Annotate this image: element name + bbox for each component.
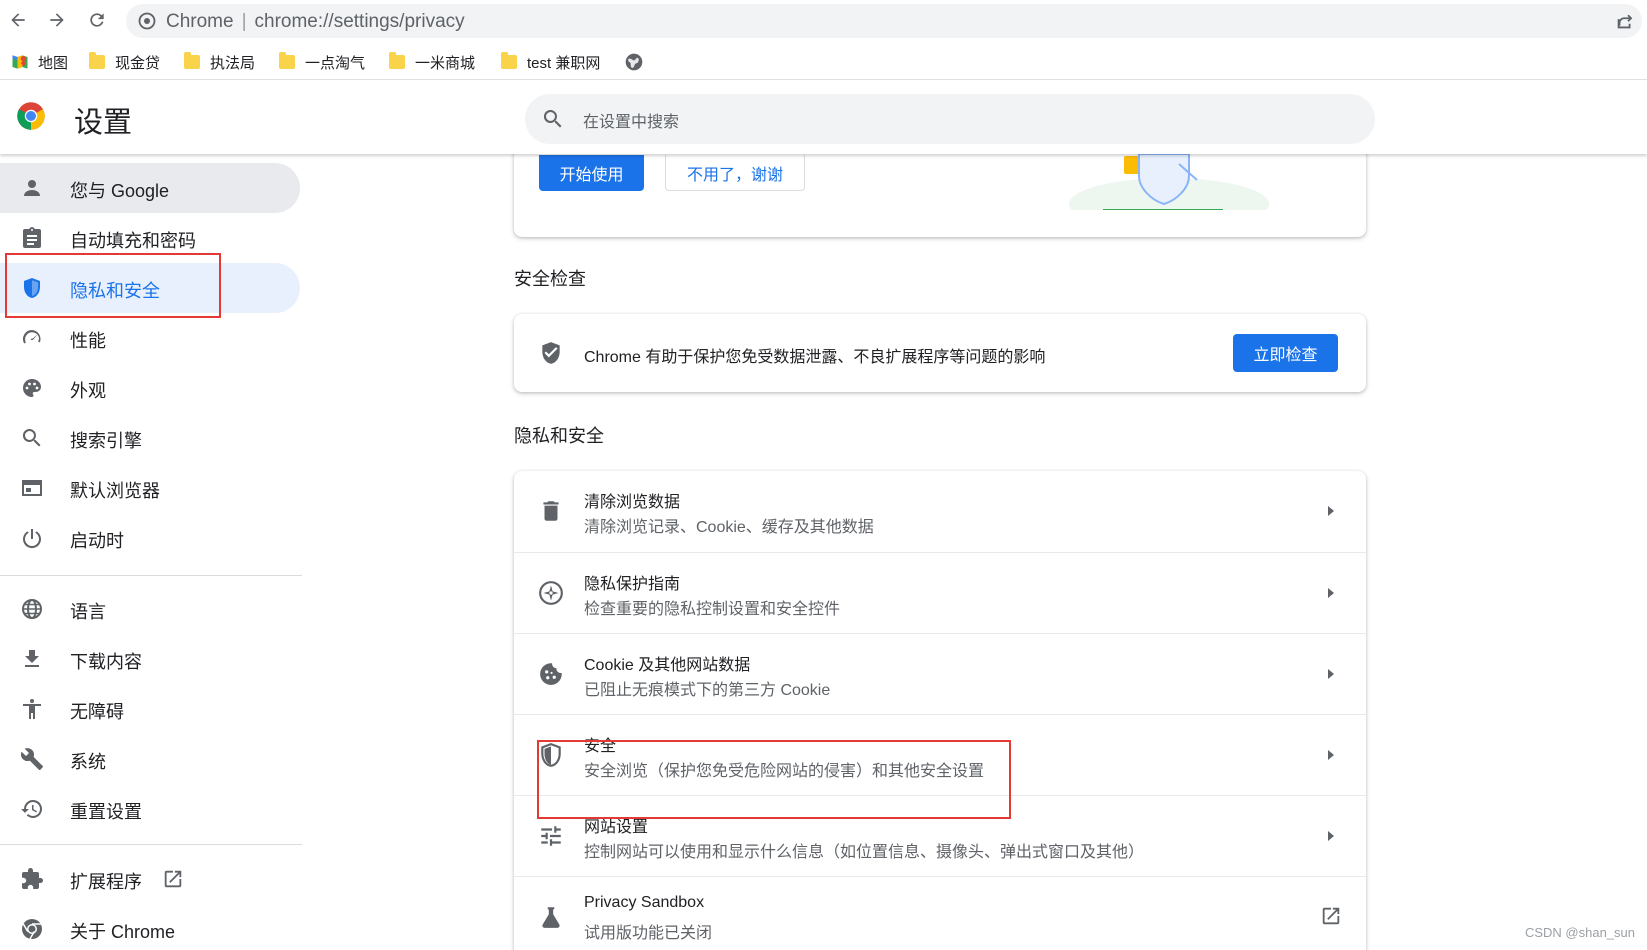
no-thanks-button[interactable]: 不用了，谢谢 [665, 155, 805, 191]
flask-icon [542, 907, 560, 928]
maps-icon [12, 55, 28, 69]
security-shield-icon [541, 743, 561, 767]
privacy-section-title: 隐私和安全 [514, 426, 604, 446]
row-subtitle: 已阻止无痕模式下的第三方 Cookie [584, 682, 831, 699]
share-icon[interactable] [1614, 10, 1636, 32]
check-now-button[interactable]: 立即检查 [1233, 334, 1338, 372]
row-subtitle: 清除浏览记录、Cookie、缓存及其他数据 [584, 519, 874, 536]
bookmark-folder[interactable]: test 兼职网 [501, 50, 600, 74]
safety-check-title: 安全检查 [514, 269, 586, 289]
row-title: Cookie 及其他网站数据 [584, 657, 751, 674]
reload-icon [90, 13, 104, 27]
promo-card: 开始使用 不用了，谢谢 [514, 144, 1366, 237]
bookmark-label: 执法局 [210, 54, 256, 72]
chevron-right-icon [1328, 588, 1334, 598]
row-subtitle: 安全浏览（保护您免受危险网站的侵害）和其他安全设置 [584, 763, 985, 780]
globe-bookmark-icon [625, 53, 643, 71]
row-site-settings[interactable]: 网站设置 控制网站可以使用和显示什么信息（如位置信息、摄像头、弹出式窗口及其他） [514, 795, 1366, 876]
chevron-right-icon [1328, 506, 1334, 516]
bookmark-globe[interactable] [624, 50, 644, 74]
search-icon [543, 110, 562, 128]
chevron-right-icon [1328, 831, 1334, 841]
row-title: 隐私保护指南 [584, 576, 681, 593]
back-arrow-icon [11, 13, 25, 27]
settings-header: 设置 在设置中搜索 [0, 81, 1647, 154]
row-privacy-sandbox[interactable]: Privacy Sandbox 试用版功能已关闭 [514, 876, 1366, 950]
safety-check-card: Chrome 有助于保护您免受数据泄露、不良扩展程序等问题的影响 立即检查 [514, 314, 1366, 392]
folder-icon [279, 52, 295, 69]
bookmark-label: 现金贷 [115, 54, 161, 72]
row-subtitle: 控制网站可以使用和显示什么信息（如位置信息、摄像头、弹出式窗口及其他） [584, 844, 1145, 861]
bookmark-label: 地图 [38, 54, 69, 72]
omnibox-text: Chrome | chrome://settings/privacy [166, 11, 465, 32]
chevron-right-icon [1328, 669, 1334, 679]
folder-icon [389, 52, 405, 69]
cookie-icon [540, 663, 562, 685]
row-cookies[interactable]: Cookie 及其他网站数据 已阻止无痕模式下的第三方 Cookie [514, 633, 1366, 714]
row-security[interactable]: 安全 安全浏览（保护您免受危险网站的侵害）和其他安全设置 [514, 714, 1366, 795]
watermark: CSDN @shan_sun [1524, 925, 1635, 940]
row-clear-browsing-data[interactable]: 清除浏览数据 清除浏览记录、Cookie、缓存及其他数据 [514, 471, 1366, 552]
open-in-new-icon [1322, 907, 1340, 925]
reload-button[interactable] [85, 8, 109, 32]
tune-icon [541, 826, 561, 846]
bookmark-maps[interactable]: 地图 [10, 50, 68, 74]
bookmark-label: 一米商城 [415, 54, 476, 72]
row-title: Privacy Sandbox [584, 894, 705, 911]
folder-icon [501, 52, 517, 69]
bookmark-label: 一点淘气 [305, 54, 366, 72]
settings-search-input[interactable]: 在设置中搜索 [525, 94, 1375, 144]
main-content: 开始使用 不用了，谢谢 安全检查 Chrome 有助于保护您免受数据泄露、不良扩… [0, 144, 1647, 950]
row-title: 安全 [584, 738, 617, 755]
bookmark-folder[interactable]: 一点淘气 [279, 50, 365, 74]
row-title: 清除浏览数据 [584, 494, 681, 511]
forward-button[interactable] [45, 8, 69, 32]
chevron-right-icon [1328, 750, 1334, 760]
bookmarks-bar: 地图 现金贷 执法局 一点淘气 一米商城 test 兼职网 [0, 44, 1647, 80]
safety-check-description: Chrome 有助于保护您免受数据泄露、不良扩展程序等问题的影响 [584, 349, 1046, 366]
trash-icon [543, 501, 559, 521]
bookmark-folder[interactable]: 执法局 [184, 50, 255, 74]
bookmark-folder[interactable]: 现金贷 [89, 50, 160, 74]
page-title: 设置 [74, 107, 133, 139]
site-label: Chrome [166, 11, 234, 32]
forward-arrow-icon [50, 13, 64, 27]
back-button[interactable] [6, 8, 30, 32]
row-privacy-guide[interactable]: 隐私保护指南 检查重要的隐私控制设置和安全控件 [514, 552, 1366, 633]
row-subtitle: 检查重要的隐私控制设置和安全控件 [584, 601, 841, 618]
chrome-site-icon [138, 12, 156, 30]
row-subtitle: 试用版功能已关闭 [584, 925, 713, 942]
chrome-logo-icon [17, 102, 45, 130]
address-bar-row: Chrome | chrome://settings/privacy [0, 0, 1647, 42]
folder-icon [89, 52, 105, 69]
url-text: chrome://settings/privacy [254, 11, 465, 32]
folder-icon [184, 52, 200, 69]
compass-icon [539, 581, 563, 605]
row-title: 网站设置 [584, 819, 649, 836]
verified-shield-icon [542, 342, 560, 364]
get-started-button[interactable]: 开始使用 [539, 155, 644, 191]
bookmark-folder[interactable]: 一米商城 [389, 50, 475, 74]
search-placeholder: 在设置中搜索 [583, 114, 680, 131]
omnibox[interactable]: Chrome | chrome://settings/privacy [126, 4, 1642, 38]
bookmark-label: test 兼职网 [527, 54, 601, 72]
privacy-card: 清除浏览数据 清除浏览记录、Cookie、缓存及其他数据 隐私保护指南 检查重要… [514, 471, 1366, 950]
